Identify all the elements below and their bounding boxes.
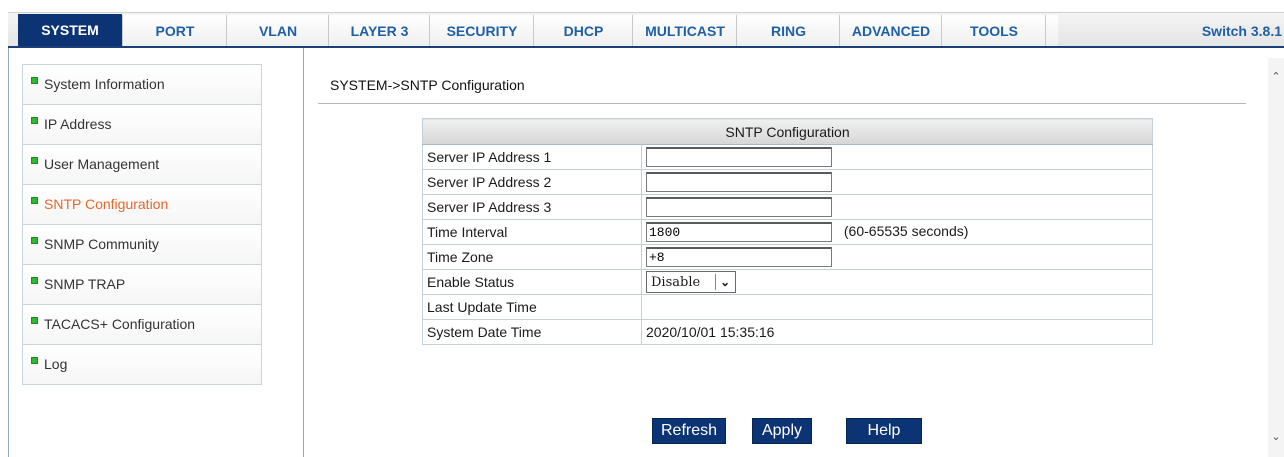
apply-button[interactable]: Apply [752,418,812,444]
bullet-icon [31,236,38,244]
sidebar-item-log[interactable]: Log [23,345,261,384]
bullet-icon [31,276,38,284]
table-row: Server IP Address 3 [422,194,1153,220]
vertical-scrollbar[interactable]: ⌃ ⌄ [1268,58,1284,457]
tab-spacer [1045,15,1058,47]
scroll-up-icon[interactable]: ⌃ [1268,70,1284,84]
last-update-value [641,294,1153,320]
table-row: Time Interval (60-65535 seconds) [422,219,1153,245]
sidebar-item-snmp-trap[interactable]: SNMP TRAP [23,265,261,305]
sidebar-item-label: System Information [44,76,165,92]
tab-dhcp[interactable]: DHCP [533,15,633,47]
bullet-icon [31,316,38,324]
tab-security[interactable]: SECURITY [429,15,534,47]
sidebar-item-label: SNTP Configuration [44,196,169,212]
server1-label: Server IP Address 1 [422,144,642,170]
scroll-down-icon[interactable]: ⌄ [1268,430,1284,444]
tab-vlan[interactable]: VLAN [226,15,329,47]
sidebar-item-label: SNMP TRAP [44,276,126,292]
version-label: Switch 3.8.1 [1201,23,1282,39]
tab-advanced[interactable]: ADVANCED [839,15,942,47]
sidebar-item-tacacs-configuration[interactable]: TACACS+ Configuration [23,305,261,345]
timezone-label: Time Zone [422,244,642,270]
table-row: Enable Status Disable ⌄ [422,269,1153,295]
help-button[interactable]: Help [846,418,922,444]
table-row: System Date Time 2020/10/01 15:35:16 [422,319,1153,345]
sidebar-item-label: SNMP Community [44,236,159,252]
interval-unit: (60-65535 seconds) [843,222,969,239]
interval-input[interactable] [646,222,832,242]
table-row: Server IP Address 2 [422,169,1153,195]
top-nav-bar: SYSTEM PORT VLAN LAYER 3 SECURITY DHCP M… [8,12,1284,48]
server3-label: Server IP Address 3 [422,194,642,220]
system-time-value: 2020/10/01 15:35:16 [641,319,1153,345]
refresh-button[interactable]: Refresh [652,418,727,444]
bullet-icon [31,156,38,164]
tab-ring[interactable]: RING [736,15,840,47]
sntp-config-table: SNTP Configuration Server IP Address 1 S… [422,118,1153,345]
tab-port[interactable]: PORT [122,15,227,47]
sidebar-item-user-management[interactable]: User Management [23,145,261,185]
server2-label: Server IP Address 2 [422,169,642,195]
server1-input[interactable] [646,147,832,167]
sidebar-item-ip-address[interactable]: IP Address [23,105,261,145]
table-row: Last Update Time [422,294,1153,320]
last-update-label: Last Update Time [422,294,642,320]
bullet-icon [31,116,38,124]
bullet-icon [31,356,38,364]
sidebar-item-sntp-configuration[interactable]: SNTP Configuration [23,185,261,225]
tab-system[interactable]: SYSTEM [18,14,122,48]
timezone-input[interactable] [646,247,832,267]
server3-input[interactable] [646,197,832,217]
tab-multicast[interactable]: MULTICAST [632,15,737,47]
sidebar-item-snmp-community[interactable]: SNMP Community [23,225,261,265]
table-row: Time Zone [422,244,1153,270]
system-time-label: System Date Time [422,319,642,345]
chevron-down-icon[interactable]: ⌄ [715,274,734,290]
interval-label: Time Interval [422,219,642,245]
enable-status-select[interactable]: Disable ⌄ [646,271,737,293]
server2-input[interactable] [646,172,832,192]
sidebar-menu: System Information IP Address User Manag… [22,64,262,385]
enable-status-value: Disable [651,274,701,290]
sidebar-item-label: User Management [44,156,160,172]
bullet-icon [31,76,38,84]
enable-status-label: Enable Status [422,269,642,295]
breadcrumb: SYSTEM->SNTP Configuration [330,77,525,93]
content-divider [318,103,1246,104]
sidebar-item-label: Log [44,356,68,372]
table-title: SNTP Configuration [422,118,1153,145]
sidebar-item-system-information[interactable]: System Information [23,65,261,105]
tab-tools[interactable]: TOOLS [941,15,1046,47]
table-row: Server IP Address 1 [422,144,1153,170]
sidebar-item-label: IP Address [44,116,112,132]
tab-layer3[interactable]: LAYER 3 [328,15,430,47]
sidebar-item-label: TACACS+ Configuration [44,316,196,332]
bullet-icon [31,196,38,204]
